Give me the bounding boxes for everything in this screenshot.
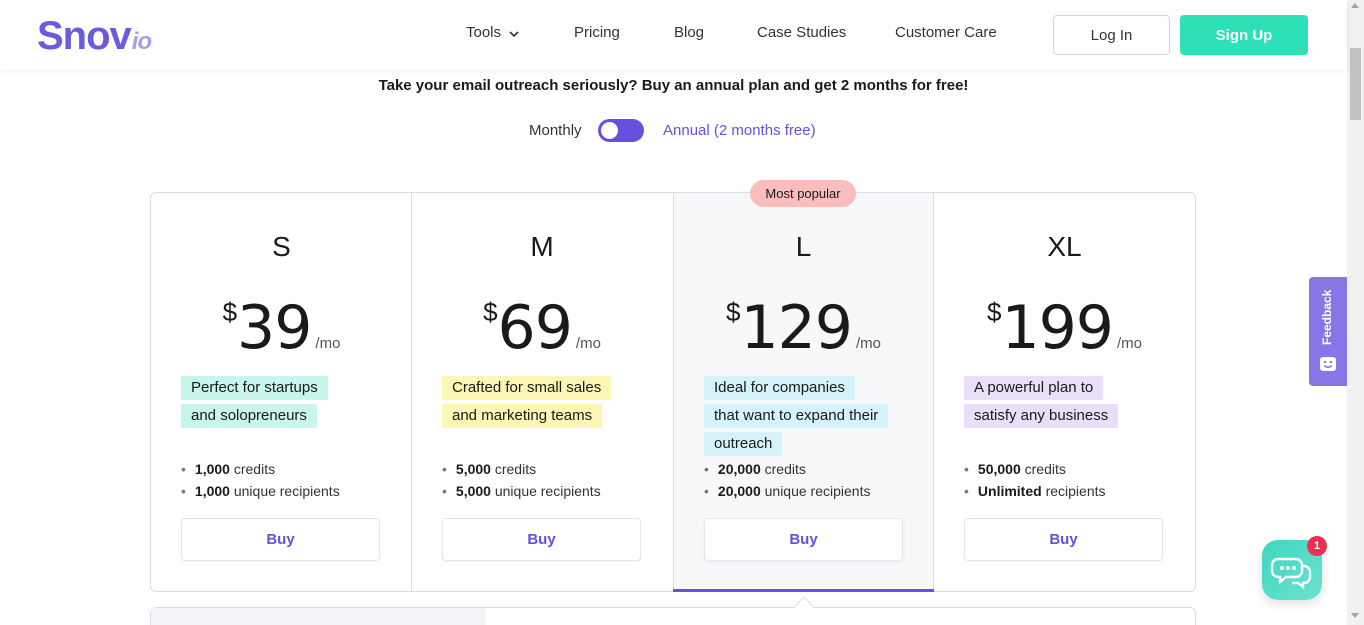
- plan-features: 5,000 credits 5,000 unique recipients: [442, 458, 601, 502]
- feedback-tab[interactable]: Feedback: [1309, 277, 1347, 386]
- login-button[interactable]: Log In: [1053, 15, 1170, 55]
- feature-item: 1,000 credits: [181, 458, 340, 480]
- plan-card-m: M $69/mo Crafted for small sales and mar…: [411, 193, 672, 591]
- feature-item: 50,000 credits: [964, 458, 1106, 480]
- plan-description: Ideal for companies that want to expand …: [704, 376, 924, 460]
- scroll-down-arrow-icon[interactable]: [1351, 613, 1359, 618]
- nav-tools[interactable]: Tools: [466, 24, 519, 42]
- plan-card-s: S $39/mo Perfect for startups and solopr…: [151, 193, 412, 591]
- monthly-label[interactable]: Monthly: [529, 122, 582, 139]
- plan-card-xl: XL $199/mo A powerful plan to satisfy an…: [934, 193, 1195, 591]
- annual-label[interactable]: Annual (2 months free): [663, 122, 816, 139]
- plan-name: XL: [1047, 231, 1082, 262]
- plan-name: M: [530, 231, 554, 262]
- plan-price: $129/mo: [674, 293, 933, 363]
- price-amount: 129: [740, 293, 853, 363]
- plan-features: 50,000 credits Unlimited recipients: [964, 458, 1106, 502]
- feedback-label: Feedback: [1320, 289, 1334, 345]
- feature-item: 5,000 credits: [442, 458, 601, 480]
- currency-symbol: $: [986, 297, 1002, 327]
- feature-item: 20,000 unique recipients: [704, 480, 871, 502]
- buy-button-xl[interactable]: Buy: [964, 518, 1163, 561]
- buy-button-s[interactable]: Buy: [181, 518, 380, 561]
- description-line: Perfect for startups: [181, 376, 328, 400]
- promo-text: Take your email outreach seriously? Buy …: [378, 77, 969, 94]
- description-line: and solopreneurs: [181, 404, 317, 428]
- scroll-up-arrow-icon[interactable]: [1351, 3, 1359, 8]
- feature-item: Unlimited recipients: [964, 480, 1106, 502]
- buy-button-m[interactable]: Buy: [442, 518, 641, 561]
- description-line: Crafted for small sales: [442, 376, 612, 400]
- plan-name: L: [795, 231, 812, 262]
- buy-button-l[interactable]: Buy: [704, 518, 903, 561]
- nav-tools-label: Tools: [466, 24, 502, 41]
- feature-item: 1,000 unique recipients: [181, 480, 340, 502]
- signup-button[interactable]: Sign Up: [1180, 15, 1308, 55]
- nav-customer-care[interactable]: Customer Care: [895, 24, 997, 41]
- price-amount: 69: [497, 293, 573, 363]
- price-period: /mo: [575, 335, 601, 352]
- billing-toggle-row: Monthly Annual (2 months free): [0, 118, 1347, 142]
- description-line: that want to expand their: [704, 404, 889, 428]
- description-line: A powerful plan to: [964, 376, 1104, 400]
- plan-features: 1,000 credits 1,000 unique recipients: [181, 458, 340, 502]
- plan-details-sidebar: [151, 608, 486, 625]
- description-line: outreach: [704, 432, 783, 456]
- description-line: and marketing teams: [442, 404, 603, 428]
- logo-main: Snov: [37, 14, 132, 58]
- price-amount: 39: [237, 293, 312, 363]
- plan-details-panel: [150, 607, 1196, 625]
- page-scrollbar[interactable]: [1347, 0, 1364, 625]
- plan-price: $39/mo: [151, 293, 412, 363]
- description-line: Ideal for companies: [704, 376, 855, 400]
- billing-toggle-switch[interactable]: [598, 119, 644, 142]
- toggle-knob: [601, 122, 618, 139]
- most-popular-badge: Most popular: [750, 180, 856, 207]
- nav-case-studies[interactable]: Case Studies: [757, 24, 846, 41]
- pricing-plans: S $39/mo Perfect for startups and solopr…: [150, 192, 1196, 592]
- plan-description: Crafted for small sales and marketing te…: [442, 376, 662, 432]
- chat-unread-badge: 1: [1307, 536, 1327, 556]
- price-period: /mo: [855, 335, 881, 352]
- plan-description: Perfect for startups and solopreneurs: [181, 376, 401, 432]
- price-period: /mo: [1116, 335, 1142, 352]
- selected-plan-underline: [673, 589, 934, 592]
- price-amount: 199: [1001, 293, 1114, 363]
- plan-features: 20,000 credits 20,000 unique recipients: [704, 458, 871, 502]
- currency-symbol: $: [725, 297, 741, 327]
- currency-symbol: $: [222, 297, 238, 327]
- logo[interactable]: Snovio: [37, 14, 152, 64]
- chevron-down-icon: [509, 25, 519, 42]
- plan-card-l: L $129/mo Ideal for companies that want …: [673, 193, 934, 592]
- plan-price: $69/mo: [412, 293, 672, 363]
- description-line: satisfy any business: [964, 404, 1119, 428]
- feedback-smile-icon: [1320, 357, 1336, 371]
- feature-item: 5,000 unique recipients: [442, 480, 601, 502]
- price-period: /mo: [315, 335, 341, 352]
- nav-pricing[interactable]: Pricing: [574, 24, 620, 41]
- plan-description: A powerful plan to satisfy any business: [964, 376, 1184, 432]
- feature-item: 20,000 credits: [704, 458, 870, 480]
- plan-name: S: [272, 231, 291, 262]
- scroll-thumb[interactable]: [1350, 48, 1361, 120]
- logo-suffix: io: [131, 28, 152, 55]
- site-header: Snovio Tools Pricing Blog Case Studies C…: [0, 0, 1347, 70]
- plan-price: $199/mo: [934, 293, 1195, 363]
- nav-blog[interactable]: Blog: [674, 24, 704, 41]
- currency-symbol: $: [483, 297, 498, 327]
